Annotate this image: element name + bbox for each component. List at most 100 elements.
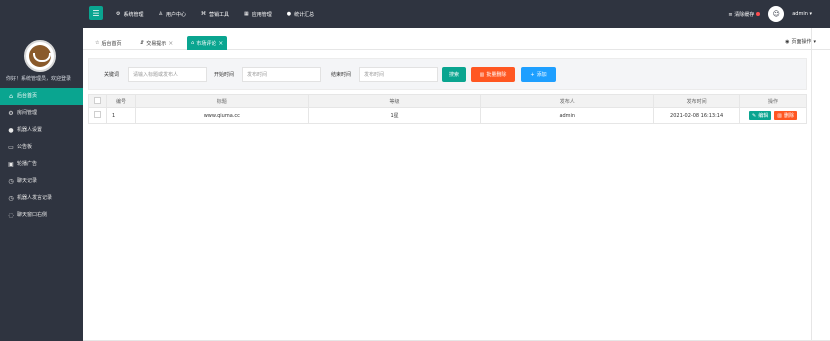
delete-button[interactable]: ▥ 删除: [774, 111, 797, 120]
sidebar-item-label: 房间管理: [17, 110, 38, 116]
sidebar-item-label: 机器人发言记录: [17, 195, 53, 201]
user-name: admin: [792, 11, 808, 17]
sidebar-item-notice-board[interactable]: ▭ 公告板: [0, 139, 83, 156]
share-icon: ⇵: [140, 40, 145, 46]
person-icon: ●: [8, 126, 14, 134]
cell-time: 2021-02-08 16:13:14: [653, 107, 741, 124]
tab-home[interactable]: ☆ 后台首页: [91, 36, 126, 50]
delete-label: 删除: [783, 113, 794, 119]
col-id-header: 编号: [105, 94, 136, 108]
table-header-row: 编号 标题 等级 发布人 发布时间 操作: [88, 94, 807, 108]
clear-cache-label: 清除缓存: [734, 11, 755, 18]
top-nav-stats[interactable]: ● 统计汇总: [287, 11, 314, 18]
star-icon: ☆: [95, 40, 100, 46]
tab-trade-tips[interactable]: ⇵ 交易提示 ×: [136, 36, 177, 50]
select-all-checkbox[interactable]: [93, 96, 101, 104]
notification-dot: [756, 11, 761, 16]
cell-actions: ✎ 编辑 ▥ 删除: [739, 107, 807, 124]
cell-id: 1: [105, 107, 136, 124]
sidebar: 你好！系统管理员，欢迎登录 ⌂ 后台首页 ⚙ 房间管理 ● 机器人设置 ▭ 公告…: [0, 0, 83, 341]
welcome-text: 你好！系统管理员，欢迎登录: [6, 76, 72, 82]
edit-button[interactable]: ✎ 编辑: [749, 111, 772, 120]
clear-cache-button[interactable]: ≡ 清除缓存: [728, 11, 761, 18]
logo-emblem: [29, 45, 51, 67]
end-time-input[interactable]: 发布时间: [359, 67, 438, 82]
sidebar-item-robot-settings[interactable]: ● 机器人设置: [0, 122, 83, 139]
gear-icon: ⚙: [8, 109, 14, 117]
pencil-icon: ✎: [752, 112, 757, 119]
start-time-input[interactable]: 发布时间: [242, 67, 321, 82]
sidebar-item-label: 聊天记录: [17, 178, 38, 184]
top-nav-users[interactable]: ♙ 用户中心: [159, 11, 187, 18]
menu-toggle-icon[interactable]: ☰: [89, 6, 103, 20]
keyword-input[interactable]: 请输入标题或发布人: [128, 67, 207, 82]
content-right-border: [811, 28, 812, 341]
search-button-label: 搜索: [448, 72, 459, 78]
image-icon: ▣: [8, 160, 14, 168]
record-icon: ◷: [8, 194, 14, 202]
top-nav-apps[interactable]: ▦ 应用管理: [244, 11, 272, 18]
batch-delete-button[interactable]: ▥ 批量删除: [471, 67, 515, 82]
sidebar-item-chat-right-panel[interactable]: ◌ 聊天窗口右侧: [0, 207, 83, 224]
trash-icon: ▥: [479, 71, 485, 78]
end-time-label: 结束时间: [331, 72, 352, 78]
row-checkbox[interactable]: [93, 111, 101, 118]
home-icon: ⌂: [191, 40, 195, 46]
record-icon: ◷: [8, 177, 14, 185]
start-time-label: 开始时间: [214, 72, 235, 78]
top-nav-label: 用户中心: [165, 11, 186, 18]
sidebar-header: 你好！系统管理员，欢迎登录: [0, 0, 83, 88]
search-panel: 关键词 请输入标题或发布人 开始时间 发布时间 结束时间 发布时间 搜索 ▥ 批…: [88, 58, 807, 90]
sidebar-item-label: 聊天窗口右侧: [17, 212, 48, 218]
col-action-header: 操作: [739, 94, 807, 108]
shield-icon: ◌: [8, 211, 14, 219]
top-nav-system[interactable]: ⚙ 系统管理: [116, 11, 144, 18]
trash-icon: ≡: [728, 11, 733, 18]
cell-level: 1星: [307, 107, 482, 124]
close-icon[interactable]: ×: [218, 40, 223, 47]
keyword-label: 关键词: [104, 72, 120, 78]
cell-author: admin: [480, 107, 655, 124]
add-button[interactable]: + 添加: [521, 67, 556, 82]
sidebar-item-chat-records[interactable]: ◷ 聊天记录: [0, 173, 83, 190]
caret-down-icon: ▾: [813, 38, 816, 45]
top-nav: ⚙ 系统管理 ♙ 用户中心 ⌘ 营销工具 ▦ 应用管理 ● 统计汇总: [116, 0, 314, 28]
grid-icon: ▦: [244, 11, 249, 17]
board-icon: ▭: [8, 143, 14, 151]
col-level-header: 等级: [307, 94, 482, 108]
sidebar-item-carousel-ads[interactable]: ▣ 轮播广告: [0, 156, 83, 173]
cell-title: www.qiuma.cc: [134, 107, 309, 124]
plus-icon: +: [530, 71, 535, 78]
row-select-cell[interactable]: [88, 107, 107, 124]
tab-bar: ☆ 后台首页 ⇵ 交易提示 × ⌂ 市场评论 × ◉ 页面操作 ▾: [83, 28, 830, 50]
home-icon: ⌂: [9, 92, 13, 100]
edit-label: 编辑: [758, 113, 769, 119]
table-row: 1 www.qiuma.cc 1星 admin 2021-02-08 16:13…: [88, 107, 807, 124]
top-nav-label: 应用管理: [251, 11, 272, 18]
sidebar-item-label: 公告板: [17, 144, 33, 150]
caret-down-icon: ▾: [809, 11, 812, 17]
sidebar-item-label: 机器人设置: [17, 127, 43, 133]
close-icon[interactable]: ×: [168, 40, 173, 47]
sidebar-item-home[interactable]: ⌂ 后台首页: [0, 88, 83, 105]
sidebar-item-label: 后台首页: [17, 93, 38, 99]
tab-label: 市场评论: [196, 40, 217, 47]
trash-icon: ▥: [777, 112, 782, 119]
user-icon: ♙: [158, 11, 163, 17]
logo: [24, 40, 56, 72]
circle-icon: ◉: [785, 38, 790, 45]
avatar[interactable]: ☺: [768, 6, 785, 22]
sidebar-item-label: 轮播广告: [17, 161, 38, 167]
user-menu[interactable]: admin ▾: [792, 11, 812, 17]
select-all-header[interactable]: [88, 94, 107, 108]
sidebar-item-robot-speech-records[interactable]: ◷ 机器人发言记录: [0, 190, 83, 207]
search-button[interactable]: 搜索: [442, 67, 466, 82]
col-time-header: 发布时间: [653, 94, 741, 108]
gear-icon: ⚙: [116, 11, 121, 17]
page-action-label: 页面操作: [791, 39, 812, 45]
sidebar-item-rooms[interactable]: ⚙ 房间管理: [0, 105, 83, 122]
add-button-label: 添加: [536, 72, 547, 78]
top-nav-marketing[interactable]: ⌘ 营销工具: [201, 11, 229, 18]
tab-market-comments[interactable]: ⌂ 市场评论 ×: [187, 36, 228, 50]
app-window: 你好！系统管理员，欢迎登录 ⌂ 后台首页 ⚙ 房间管理 ● 机器人设置 ▭ 公告…: [0, 0, 830, 341]
